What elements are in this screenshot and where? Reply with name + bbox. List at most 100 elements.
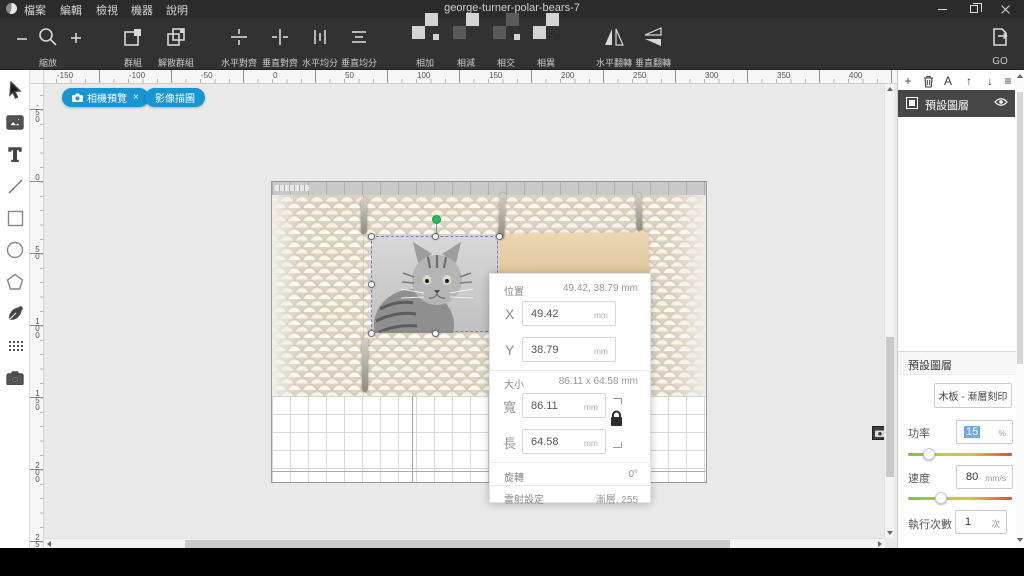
scroll-right-icon[interactable]	[878, 541, 882, 547]
ellipse-tool[interactable]	[0, 237, 30, 263]
scroll-left-icon[interactable]	[47, 541, 51, 547]
scroll-down-icon[interactable]	[887, 531, 893, 535]
laser-config-value[interactable]: 漸層, 255	[596, 491, 638, 506]
boolean-difference-button[interactable]: 相異	[524, 22, 568, 68]
pen-tool[interactable]	[0, 301, 30, 327]
line-tool[interactable]	[0, 173, 30, 199]
panel-scroll-thumb[interactable]	[1017, 92, 1023, 364]
polygon-tool[interactable]	[0, 269, 30, 295]
close-button[interactable]	[992, 0, 1020, 18]
photo-tool[interactable]	[0, 109, 30, 135]
magnifier-icon	[37, 26, 59, 53]
distribute-vertical-button[interactable]: 垂直均分	[337, 22, 381, 68]
power-slider[interactable]	[908, 453, 1012, 456]
align-vertical-button[interactable]: 垂直對齊	[258, 22, 302, 68]
speed-input[interactable]: 80mm/s	[956, 465, 1013, 489]
y-label: Y	[505, 342, 514, 358]
panel-scroll-down-icon[interactable]	[1017, 538, 1023, 542]
text-tool[interactable]	[0, 141, 30, 167]
power-slider-knob[interactable]	[923, 448, 935, 460]
rotation-value[interactable]: 0°	[628, 469, 638, 480]
delete-layer-button[interactable]	[920, 74, 936, 88]
ruler-vertical: -50050100150200250	[30, 84, 44, 548]
close-preview-icon[interactable]: ×	[133, 92, 139, 103]
aspect-lock-icon[interactable]	[609, 410, 624, 427]
rectangle-tool[interactable]	[0, 205, 30, 231]
letterbox-bar	[0, 548, 1024, 576]
canvas-workspace[interactable]: -150-100-50050100150200250300350400 -500…	[30, 70, 897, 548]
ruler-h-label: 150	[489, 71, 502, 80]
horizontal-scrollbar[interactable]	[44, 538, 885, 548]
hscroll-thumb[interactable]	[185, 540, 730, 548]
group-label: 群組	[124, 56, 142, 69]
zoom-out-icon	[15, 32, 29, 51]
ruler-v-label: 100	[33, 317, 42, 338]
size-summary: 86.11 x 64.58 mm	[559, 376, 638, 387]
resize-handle-ne[interactable]	[496, 233, 503, 240]
resize-handle-sw[interactable]	[368, 330, 375, 337]
power-input[interactable]: 15%	[956, 420, 1013, 444]
distribute-horizontal-label: 水平均分	[302, 56, 338, 69]
flip-vertical-button[interactable]: 垂直翻轉	[631, 22, 675, 68]
ungroup-label: 解散群組	[158, 56, 194, 69]
ruler-h-label: -50	[201, 71, 213, 80]
preset-dropdown[interactable]: 木板 - 漸層刻印	[934, 383, 1012, 408]
distribute-vertical-label: 垂直均分	[341, 56, 377, 69]
boolean-intersect-button[interactable]: 相交	[484, 22, 528, 68]
resize-handle-w[interactable]	[368, 281, 375, 288]
restore-button[interactable]	[960, 0, 988, 18]
panel-scrollbar[interactable]	[1016, 70, 1024, 548]
speed-slider-knob[interactable]	[935, 492, 947, 504]
resize-handle-n[interactable]	[432, 233, 439, 240]
align-horizontal-button[interactable]: 水平對齊	[217, 22, 261, 68]
speed-label: 速度	[908, 470, 930, 486]
add-layer-button[interactable]: +	[900, 74, 916, 88]
resize-handle-nw[interactable]	[368, 233, 375, 240]
ungroup-button[interactable]: 解散群組	[154, 22, 198, 68]
distribute-horizontal-button[interactable]: 水平均分	[298, 22, 342, 68]
vertical-scrollbar[interactable]	[884, 84, 894, 538]
image-trace-tab[interactable]: 影像描圖	[145, 88, 205, 107]
x-input[interactable]: 49.42mm	[522, 301, 616, 326]
camera-icon	[72, 93, 83, 102]
move-layer-down-button[interactable]: ↓	[982, 74, 998, 88]
minimize-button[interactable]	[928, 0, 956, 18]
image-trace-label: 影像描圖	[155, 90, 195, 105]
y-input[interactable]: 38.79mm	[522, 337, 616, 362]
flip-horizontal-label: 水平翻轉	[596, 56, 632, 69]
zoom-in-button[interactable]	[58, 22, 94, 68]
cursor-tool[interactable]	[0, 77, 30, 103]
restore-icon	[970, 5, 978, 13]
resize-handle-s[interactable]	[432, 330, 439, 337]
boolean-union-button[interactable]: 相加	[403, 22, 447, 68]
width-input[interactable]: 86.11mm	[522, 393, 606, 418]
camera-preview-tab[interactable]: 相機預覽 ×	[62, 88, 149, 107]
camera-tool[interactable]	[0, 365, 30, 391]
selected-image-object[interactable]	[372, 237, 499, 333]
repeat-label: 執行次數	[908, 516, 952, 532]
speed-slider[interactable]	[908, 497, 1012, 500]
rename-layer-button[interactable]: A	[940, 74, 956, 88]
layer-checkbox[interactable]	[906, 97, 918, 109]
zoom-in-icon	[69, 26, 83, 51]
boolean-intersect-label: 相交	[497, 56, 515, 69]
repeat-input[interactable]: 1次	[955, 510, 1007, 534]
ruler-h-label: -100	[129, 71, 145, 80]
layer-item-selected[interactable]: 預設圖層	[898, 90, 1015, 117]
ruler-h-label: -150	[57, 71, 73, 80]
panel-scroll-up-icon[interactable]	[1017, 74, 1023, 78]
merge-layer-button[interactable]: ≡	[1000, 74, 1016, 88]
scroll-up-icon[interactable]	[887, 87, 893, 91]
layer-visibility-eye-icon[interactable]	[994, 97, 1008, 107]
group-button[interactable]: 群組	[111, 22, 155, 68]
ruler-v-label: 50	[33, 245, 42, 259]
flip-horizontal-button[interactable]: 水平翻轉	[592, 22, 636, 68]
boolean-subtract-button[interactable]: 相減	[444, 22, 488, 68]
move-layer-up-button[interactable]: ↑	[961, 74, 977, 88]
go-button[interactable]: GO	[978, 22, 1022, 68]
vscroll-thumb[interactable]	[886, 337, 894, 477]
grid-array-tool[interactable]	[0, 333, 30, 359]
height-input[interactable]: 64.58mm	[522, 429, 606, 454]
rotation-handle[interactable]	[432, 215, 441, 224]
position-label: 位置	[504, 283, 524, 298]
